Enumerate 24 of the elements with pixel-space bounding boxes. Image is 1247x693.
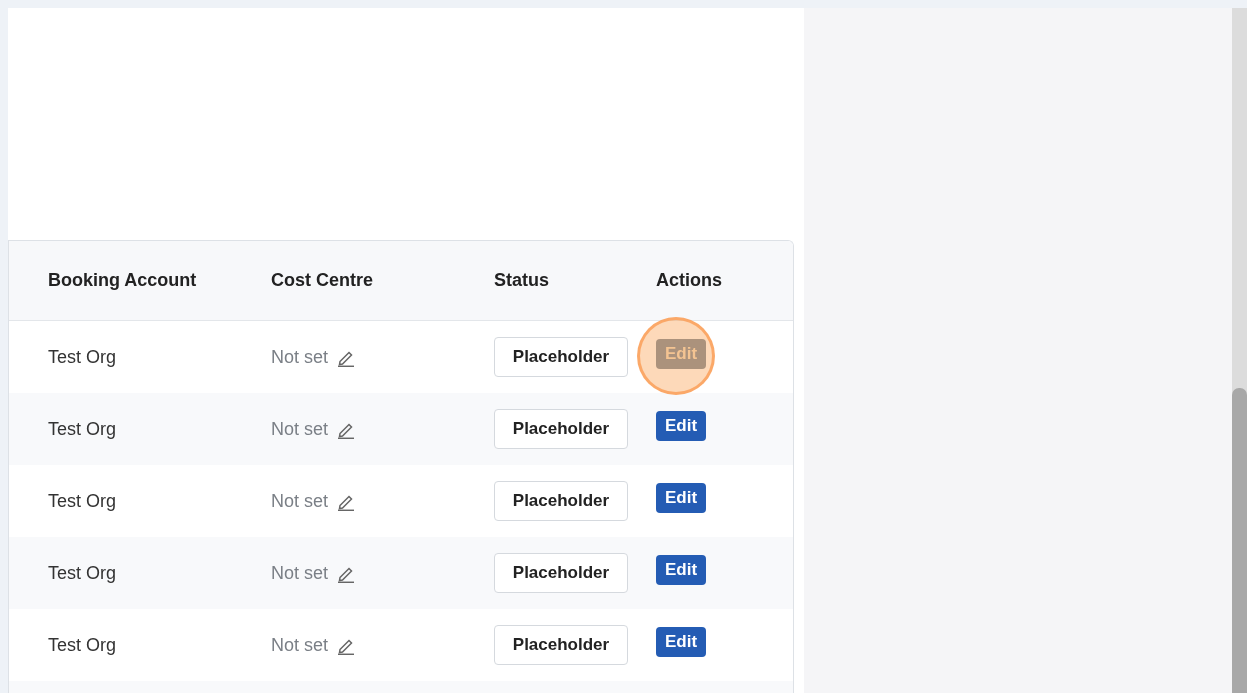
status-button[interactable]: Placeholder [494,625,628,665]
table-cell-text: Test Org [48,490,118,512]
scrollbar[interactable] [1232,8,1247,693]
column-header: Booking Account [48,270,198,291]
status-button[interactable]: Placeholder [494,553,628,593]
edit-button[interactable]: Edit [656,483,706,513]
table-cell-text: Test Org [48,562,118,584]
status-button[interactable]: Placeholder [494,481,628,521]
edit-button[interactable]: Edit [656,627,706,657]
table-cell: Not set [271,490,329,512]
column-header: Status [494,270,550,291]
table-cell: Not set [271,634,329,656]
column-header: Actions [656,270,723,291]
table-cell-text: Test Org [48,346,118,368]
table-cell-text: Test Org [48,634,118,656]
status-button[interactable]: Placeholder [494,409,628,449]
table-cell-text: Test Org [48,418,118,440]
edit-button[interactable]: Edit [656,411,706,441]
status-button[interactable]: Placeholder [494,337,628,377]
table-cell: Not set [271,346,329,368]
edit-button[interactable]: Edit [656,555,706,585]
table-cell: Not set [271,562,329,584]
column-header: Cost Centre [271,270,374,291]
table-cell: Not set [271,418,329,440]
